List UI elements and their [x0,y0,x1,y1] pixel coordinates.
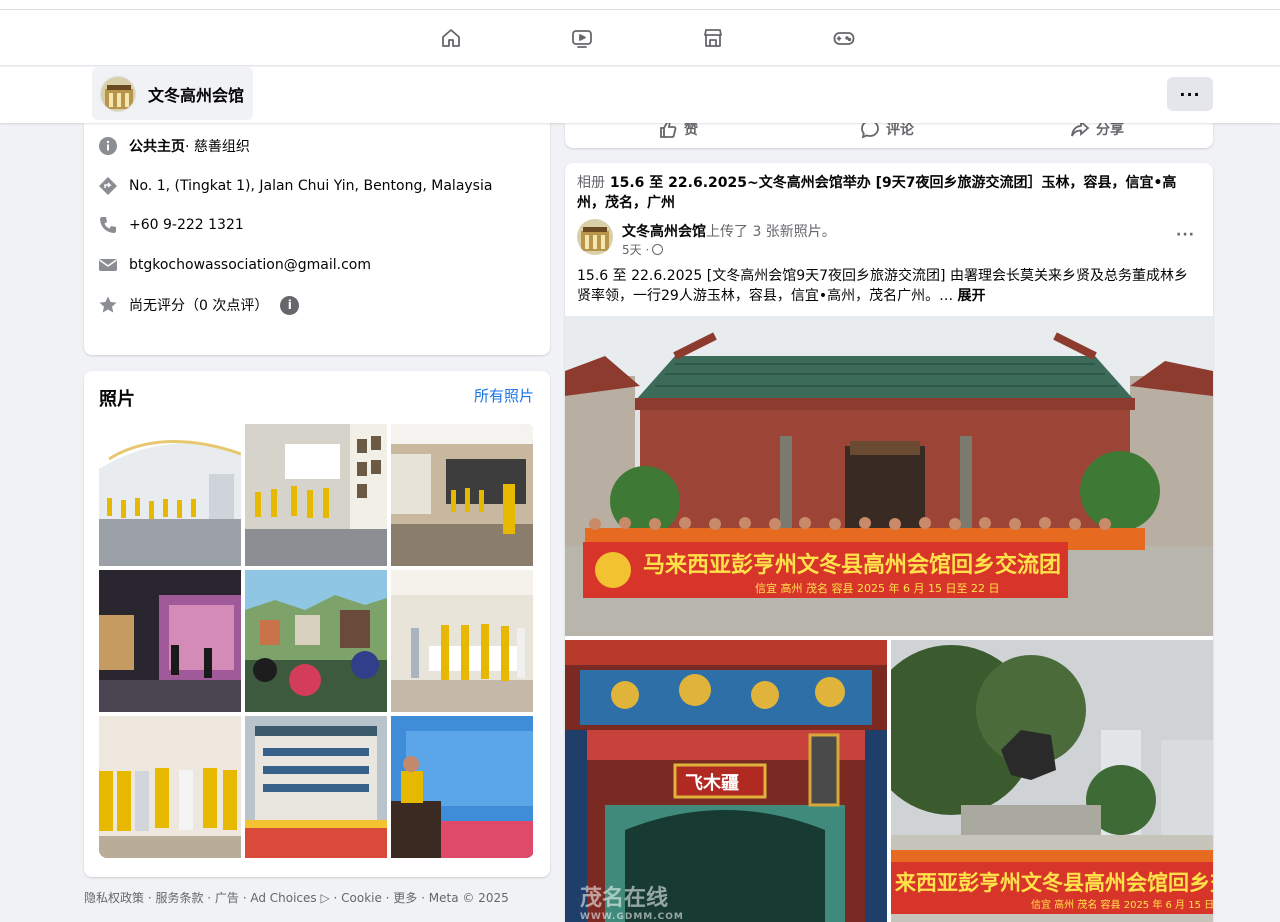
photo-thumbnail[interactable] [99,424,241,566]
video-icon[interactable] [568,24,596,52]
intro-card: 公共主页 · 慈善组织 No. 1, (Tingkat 1), Jalan Ch… [84,100,550,355]
email-text: btgkochowassociation@gmail.com [129,257,371,273]
caption-text: 15.6 至 22.6.2025 [文冬高州会馆9天7夜回乡旅游交流团] 由署理… [577,268,1188,304]
post-action: 上传了 3 张新照片。 [706,224,836,240]
marketplace-icon[interactable] [699,24,727,52]
info-icon [98,136,118,156]
post-meta: 5天 · [622,241,664,258]
more-options-button[interactable]: ··· [1167,77,1213,111]
album-title: 15.6 至 22.6.2025~文冬高州会馆举办 [9天7夜回乡旅游交流团］玉… [577,175,1177,211]
photo-thumbnail[interactable] [245,424,387,566]
banner-main-text: 马来西亚彭亨州文冬县高州会馆回乡交流团 [643,552,1061,578]
photo-thumbnail[interactable] [99,570,241,712]
post-time[interactable]: 5天 · [622,241,649,258]
phone-icon [98,215,118,235]
page-name: 文冬高州会馆 [148,85,245,105]
post-photo-main[interactable]: 马来西亚彭亨州文冬县高州会馆回乡交流团 信宜 高州 茂名 容县 2025 年 6… [565,316,1213,636]
rating-row: 尚无评分（0 次点评） i [98,295,300,315]
gate-sign-text: 飞木疆 [685,772,739,794]
album-heading[interactable]: 相册 15.6 至 22.6.2025~文冬高州会馆举办 [9天7夜回乡旅游交流… [577,173,1201,213]
author-line: 文冬高州会馆上传了 3 张新照片。 [622,221,836,241]
email-icon [98,255,118,275]
star-icon [98,295,118,315]
globe-icon [652,244,664,255]
gaming-icon[interactable] [830,24,858,52]
page-header-bar: 文冬高州会馆 ··· [0,67,1280,123]
site-watermark: 茂名在线 WWW.GDMM.COM [580,880,684,922]
photos-card: 照片 所有照片 [84,371,550,877]
page-identity-chip[interactable]: 文冬高州会馆 [92,67,253,120]
address-text: No. 1, (Tingkat 1), Jalan Chui Yin, Bent… [129,178,493,194]
rating-text: 尚无评分（0 次点评） [129,298,269,314]
email-row[interactable]: btgkochowassociation@gmail.com [98,255,371,275]
category-row: 公共主页 · 慈善组织 [98,136,250,156]
photos-title: 照片 [99,389,135,410]
banner-right-text: 来西亚彭亨州文冬县高州会馆回乡交 [895,871,1213,895]
all-photos-link[interactable]: 所有照片 [474,385,534,406]
phone-row[interactable]: +60 9-222 1321 [98,215,244,235]
post-menu-button[interactable]: ··· [1176,227,1195,243]
watermark-sub: WWW.GDMM.COM [580,912,684,922]
photo-thumbnail[interactable] [99,716,241,858]
top-navigation-bar [0,10,1280,66]
post-caption: 15.6 至 22.6.2025 [文冬高州会馆9天7夜回乡旅游交流团] 由署理… [577,266,1201,306]
photo-thumbnail[interactable] [391,570,533,712]
album-post: 相册 15.6 至 22.6.2025~文冬高州会馆举办 [9天7夜回乡旅游交流… [565,163,1213,922]
photo-thumbnail[interactable] [245,570,387,712]
browser-top-strip [0,0,1280,10]
expand-link[interactable]: 展开 [958,288,986,304]
phone-text: +60 9-222 1321 [129,217,244,233]
photo-thumbnail[interactable] [391,716,533,858]
banner-sub-text: 信宜 高州 茂名 容县 2025 年 6 月 15 日至 22 日 [755,581,999,595]
address-row[interactable]: No. 1, (Tingkat 1), Jalan Chui Yin, Bent… [98,176,492,196]
footer-links[interactable]: 隐私权政策 · 服务条款 · 广告 · Ad Choices ▷ · Cooki… [84,889,509,906]
banner-right-sub-text: 信宜 高州 茂名 容县 2025 年 6 月 15 日 [1031,898,1213,911]
photo-thumbnail[interactable] [245,716,387,858]
home-icon[interactable] [437,24,465,52]
author-name[interactable]: 文冬高州会馆 [622,224,706,240]
page-avatar [100,75,136,112]
directions-icon [98,176,118,196]
photo-thumbnail[interactable] [391,424,533,566]
album-label: 相册 [577,175,605,191]
post-photo-statue[interactable]: 来西亚彭亨州文冬县高州会馆回乡交 信宜 高州 茂名 容县 2025 年 6 月 … [891,640,1213,922]
category-type: · 慈善组织 [185,139,250,155]
watermark-main: 茂名在线 [580,886,669,911]
photo-grid [99,424,534,858]
author-avatar[interactable] [577,219,613,255]
category-label: 公共主页 [129,139,185,155]
rating-info-icon[interactable]: i [280,295,300,315]
